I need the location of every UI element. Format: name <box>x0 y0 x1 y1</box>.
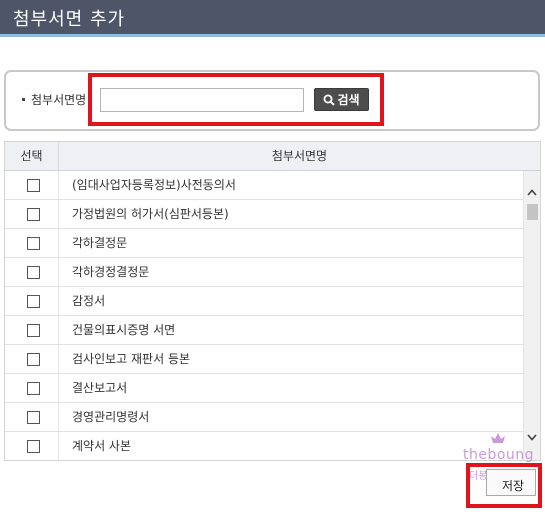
table-row[interactable]: 감정서 <box>5 287 523 316</box>
row-checkbox[interactable] <box>27 411 40 424</box>
select-cell <box>5 200 59 228</box>
table-row[interactable]: 각하결정문 <box>5 229 523 258</box>
search-input[interactable] <box>100 88 304 112</box>
row-name: 검사인보고 재판서 등본 <box>72 352 191 366</box>
table-row[interactable]: 건물의표시증명 서면 <box>5 316 523 345</box>
save-button[interactable]: 저장 <box>486 469 536 496</box>
select-cell <box>5 403 59 431</box>
scroll-thumb[interactable] <box>527 204 538 220</box>
row-name: 건물의표시증명 서면 <box>72 323 176 337</box>
row-checkbox[interactable] <box>27 440 40 453</box>
row-checkbox[interactable] <box>27 353 40 366</box>
search-label-text: 첨부서면명 <box>31 93 87 107</box>
select-cell <box>5 374 59 402</box>
search-panel: 첨부서면명 검색 <box>4 70 540 131</box>
row-name: 결산보고서 <box>72 381 128 395</box>
table-row[interactable]: 계약서 사본 <box>5 432 523 460</box>
search-icon <box>323 94 336 106</box>
table-row[interactable]: 검사인보고 재판서 등본 <box>5 345 523 374</box>
row-checkbox[interactable] <box>27 382 40 395</box>
select-cell <box>5 432 59 460</box>
select-cell <box>5 258 59 286</box>
scroll-up-button[interactable] <box>524 184 540 200</box>
window-title: 첨부서면 추가 <box>13 9 126 30</box>
row-name: 경영관리명령서 <box>72 410 150 424</box>
search-label: 첨부서면명 <box>22 91 86 108</box>
chevron-up-icon <box>527 188 537 196</box>
table-header: 선택 첨부서면명 <box>5 142 540 171</box>
select-cell <box>5 171 59 199</box>
row-name: 가정법원의 허가서(심판서등본) <box>72 207 229 221</box>
row-name: 계약서 사본 <box>72 439 132 453</box>
save-button-label: 저장 <box>501 479 525 493</box>
table-body: (임대사업자등록정보)사전동의서 가정법원의 허가서(심판서등본) 각하결정문 … <box>5 171 523 460</box>
row-name: 각하경정결정문 <box>72 265 150 279</box>
row-name: (임대사업자등록정보)사전동의서 <box>72 178 236 192</box>
search-button-label: 검색 <box>337 93 360 107</box>
row-checkbox[interactable] <box>27 266 40 279</box>
select-cell <box>5 345 59 373</box>
table-row[interactable]: (임대사업자등록정보)사전동의서 <box>5 171 523 200</box>
table-row[interactable]: 가정법원의 허가서(심판서등본) <box>5 200 523 229</box>
row-name: 감정서 <box>72 294 106 308</box>
bullet-icon <box>22 98 25 101</box>
scroll-down-button[interactable] <box>524 429 540 445</box>
watermark-subtext: 더봉 <box>469 471 488 482</box>
table-row[interactable]: 각하경정결정문 <box>5 258 523 287</box>
row-checkbox[interactable] <box>27 324 40 337</box>
table-row[interactable]: 결산보고서 <box>5 374 523 403</box>
vertical-scrollbar[interactable] <box>523 171 540 460</box>
row-checkbox[interactable] <box>27 295 40 308</box>
select-cell <box>5 316 59 344</box>
select-cell <box>5 287 59 315</box>
table-row[interactable]: 경영관리명령서 <box>5 403 523 432</box>
chevron-down-icon <box>527 433 537 441</box>
header-select: 선택 <box>5 142 59 171</box>
row-checkbox[interactable] <box>27 179 40 192</box>
title-bar: 첨부서면 추가 <box>0 0 545 37</box>
row-checkbox[interactable] <box>27 208 40 221</box>
header-name: 첨부서면명 <box>271 149 328 163</box>
row-checkbox[interactable] <box>27 237 40 250</box>
search-button[interactable]: 검색 <box>314 88 369 111</box>
select-cell <box>5 229 59 257</box>
attachment-table: 선택 첨부서면명 (임대사업자등록정보)사전동의서 가정법원의 허가서(심판서등… <box>4 141 541 461</box>
row-name: 각하결정문 <box>72 236 128 250</box>
